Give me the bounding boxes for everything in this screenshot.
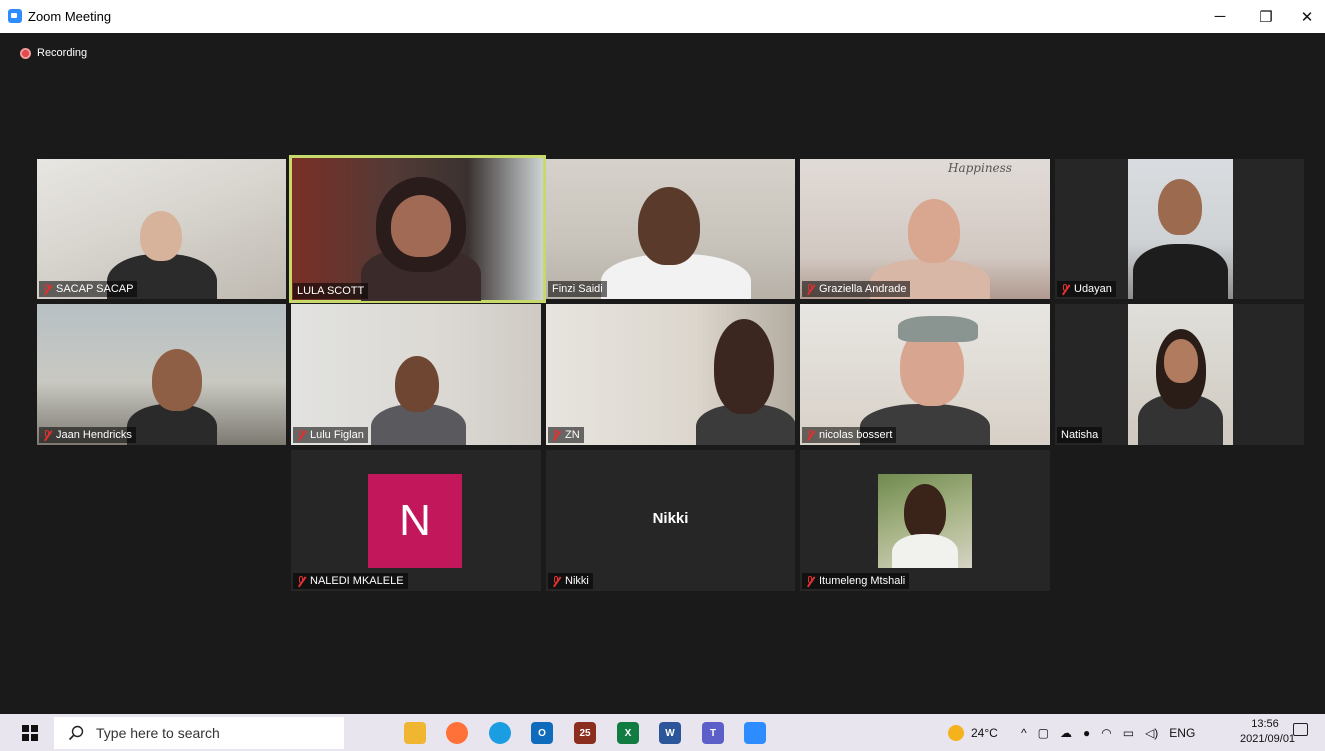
muted-mic-icon xyxy=(297,429,306,441)
participant-name-label: Graziella Andrade xyxy=(802,281,911,297)
video-off-name: Nikki xyxy=(652,510,689,527)
video-tile-jaan-hendricks[interactable]: Jaan Hendricks xyxy=(37,304,286,445)
muted-mic-icon xyxy=(806,575,815,587)
participant-name-label: Itumeleng Mtshali xyxy=(802,573,910,589)
video-tile-lulu-figlan[interactable]: Lulu Figlan xyxy=(291,304,541,445)
participant-name-label: Udayan xyxy=(1057,281,1116,297)
edge-icon[interactable] xyxy=(489,722,511,744)
clock[interactable]: 13:56 2021/09/01 xyxy=(1240,717,1296,747)
taskbar-search[interactable] xyxy=(54,717,344,749)
weather-widget[interactable]: 24°C xyxy=(948,714,998,751)
participant-name-label: SACAP SACAP xyxy=(39,281,138,297)
battery-icon[interactable]: ▭ xyxy=(1123,726,1134,740)
chevron-up-icon[interactable]: ^ xyxy=(1021,726,1027,740)
cloud-icon[interactable]: ☁ xyxy=(1060,726,1072,740)
participant-face xyxy=(904,484,946,540)
participant-avatar: N xyxy=(368,474,462,568)
outlook-icon[interactable]: O xyxy=(531,722,553,744)
muted-mic-icon xyxy=(1061,283,1070,295)
video-tile-sacap[interactable]: SACAP SACAP xyxy=(37,159,286,299)
participant-video xyxy=(1128,304,1233,445)
participant-name-label: LULA SCOTT xyxy=(293,283,369,299)
muted-mic-icon xyxy=(552,575,561,587)
video-tile-graziella-andrade[interactable]: Happiness Graziella Andrade xyxy=(800,159,1050,299)
excel-icon[interactable]: X xyxy=(617,722,639,744)
participant-name-label: Lulu Figlan xyxy=(293,427,368,443)
language-indicator[interactable]: ENG xyxy=(1169,726,1195,740)
participant-body xyxy=(1133,244,1228,299)
participant-face xyxy=(140,211,182,261)
close-button[interactable]: ✕ xyxy=(1284,0,1325,33)
system-tray: ^ ▢ ☁ ● ◠ ▭ ◁) ENG xyxy=(1021,714,1195,751)
video-tile-nikki[interactable]: Nikki Nikki xyxy=(546,450,795,591)
participant-name-label: Jaan Hendricks xyxy=(39,427,136,443)
search-input[interactable] xyxy=(94,724,318,742)
recording-indicator[interactable]: Recording xyxy=(20,47,87,59)
sun-icon xyxy=(948,724,964,741)
video-tile-nicolas-bossert[interactable]: nicolas bossert xyxy=(800,304,1050,445)
participant-name-label: ZN xyxy=(548,427,584,443)
participant-face xyxy=(1158,179,1202,235)
participant-name-label: Finzi Saidi xyxy=(548,281,607,297)
windows-taskbar: O 25 X W T 24°C ^ ▢ ☁ ● ◠ ▭ ◁) ENG 13:56… xyxy=(0,714,1325,751)
file-explorer-icon[interactable] xyxy=(404,722,426,744)
clock-date: 2021/09/01 xyxy=(1240,733,1296,745)
minimize-button[interactable]: ─ xyxy=(1197,0,1243,33)
muted-mic-icon xyxy=(43,429,52,441)
participant-face xyxy=(638,187,700,265)
participant-name-label: nicolas bossert xyxy=(802,427,897,443)
wall-sign: Happiness xyxy=(948,161,1012,175)
participant-face xyxy=(714,319,774,414)
microphone-icon[interactable]: ● xyxy=(1083,726,1090,740)
video-tile-lula-scott[interactable]: LULA SCOTT xyxy=(289,155,546,303)
participant-name-label: Natisha xyxy=(1057,427,1103,443)
participant-face xyxy=(391,195,451,257)
video-tile-itumeleng-mtshali[interactable]: Itumeleng Mtshali xyxy=(800,450,1050,591)
recording-label: Recording xyxy=(37,47,88,59)
clock-time: 13:56 xyxy=(1251,718,1279,730)
windows-start-icon[interactable] xyxy=(22,725,38,741)
muted-mic-icon xyxy=(552,429,561,441)
participant-face xyxy=(395,356,439,412)
maximize-button[interactable]: ❐ xyxy=(1243,0,1289,33)
participant-cap xyxy=(898,316,978,342)
teams-icon[interactable]: T xyxy=(702,722,724,744)
search-icon xyxy=(68,725,84,741)
pen-icon[interactable]: ▢ xyxy=(1038,726,1049,740)
muted-mic-icon xyxy=(806,283,815,295)
participant-video xyxy=(1128,159,1233,299)
participant-body xyxy=(892,534,958,568)
zoom-app-icon xyxy=(8,9,22,23)
title-bar: Zoom Meeting ─ ❐ ✕ xyxy=(0,0,1325,33)
recording-icon xyxy=(20,47,31,59)
participant-face xyxy=(152,349,202,411)
firefox-icon[interactable] xyxy=(446,722,468,744)
volume-icon[interactable]: ◁) xyxy=(1145,726,1158,740)
participant-face xyxy=(1164,339,1198,383)
video-tile-finzi-saidi[interactable]: Finzi Saidi xyxy=(546,159,795,299)
video-tile-naledi-mkalele[interactable]: N NALEDI MKALELE xyxy=(291,450,541,591)
zoom-icon[interactable] xyxy=(744,722,766,744)
muted-mic-icon xyxy=(297,575,306,587)
video-tile-udayan[interactable]: Udayan xyxy=(1055,159,1304,299)
participant-name-label: NALEDI MKALELE xyxy=(293,573,408,589)
calendar-icon[interactable]: 25 xyxy=(574,722,596,744)
notification-icon[interactable] xyxy=(1293,723,1308,736)
meeting-gallery: Recording SACAP SACAP LULA SCOTT Finzi S… xyxy=(8,33,1325,714)
weather-temperature: 24°C xyxy=(971,725,998,740)
participant-profile-photo xyxy=(878,474,972,568)
wifi-icon[interactable]: ◠ xyxy=(1101,726,1111,740)
participant-face xyxy=(908,199,960,263)
video-tile-zn[interactable]: ZN xyxy=(546,304,795,445)
word-icon[interactable]: W xyxy=(659,722,681,744)
muted-mic-icon xyxy=(806,429,815,441)
participant-name-label: Nikki xyxy=(548,573,593,589)
window-title: Zoom Meeting xyxy=(28,9,112,24)
muted-mic-icon xyxy=(43,283,52,295)
video-tile-natisha[interactable]: Natisha xyxy=(1055,304,1304,445)
